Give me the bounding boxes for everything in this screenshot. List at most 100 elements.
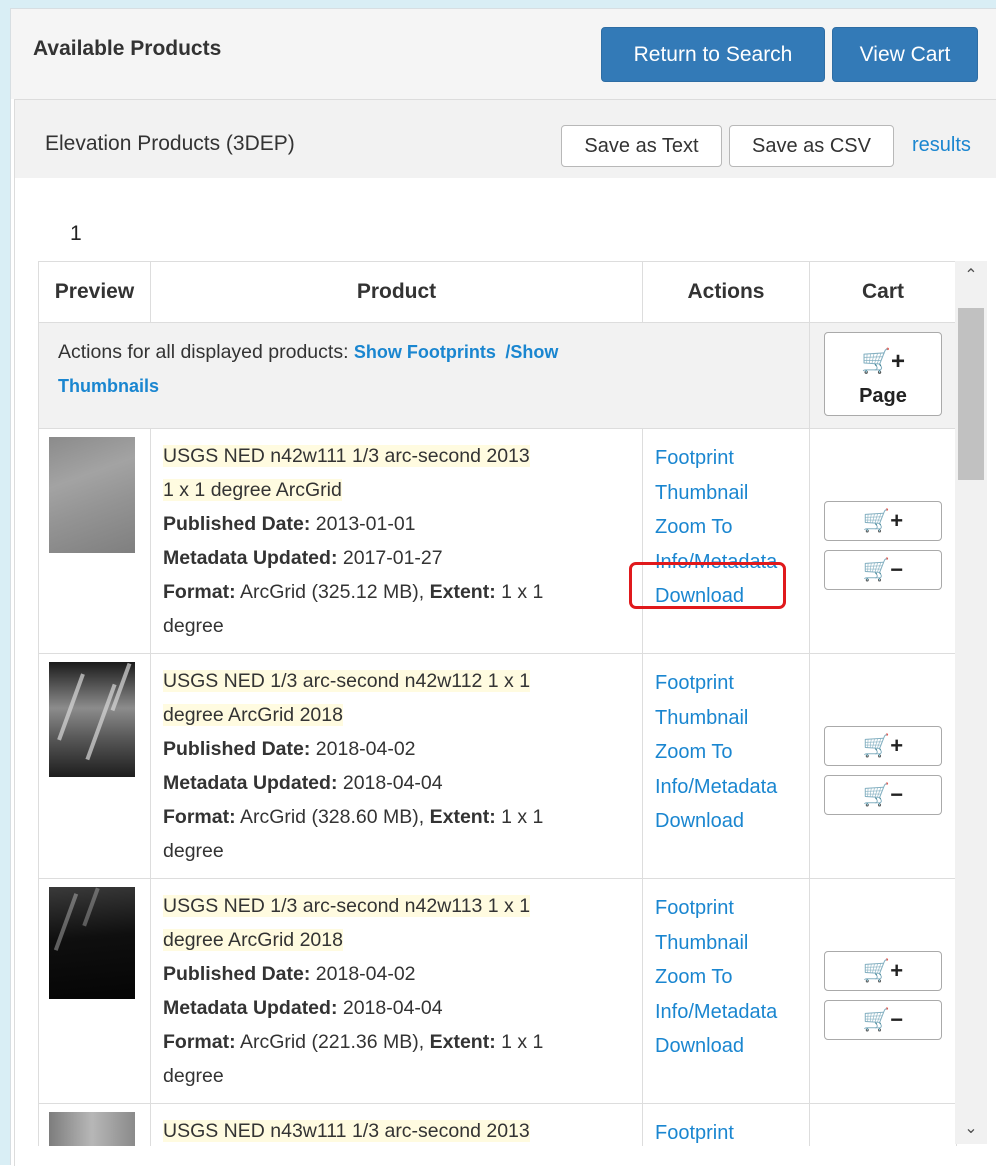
product-title: USGS NED n43w111 1/3 arc-second 2013 — [163, 1120, 530, 1142]
format-value: ArcGrid (221.36 MB), — [239, 1031, 425, 1053]
metadata-updated-label: Metadata Updated: — [163, 772, 338, 794]
published-label: Published Date: — [163, 738, 311, 760]
cart-icon: 🛒 — [862, 508, 891, 533]
product-title: USGS NED n42w111 1/3 arc-second 2013 — [163, 445, 530, 467]
cart-cell: 🛒+ 🛒− — [809, 428, 957, 654]
product-title-cont: 1 x 1 degree ArcGrid — [163, 479, 342, 501]
format-value: ArcGrid (325.12 MB), — [239, 581, 425, 603]
product-cell: USGS NED 1/3 arc-second n42w113 1 x 1 de… — [150, 878, 643, 1104]
show-footprints-link[interactable]: Show Footprints — [354, 342, 496, 362]
preview-thumbnail[interactable] — [49, 662, 135, 777]
bulk-cart-cell: 🛒+ Page — [809, 322, 957, 429]
extent-value-cont: degree — [163, 1065, 224, 1087]
actions-cell: Footprint Thumbnail Zoom To Info/Metadat… — [642, 878, 810, 1104]
bulk-actions-row: Actions for all displayed products: Show… — [38, 322, 957, 429]
bulk-actions-label: Actions for all displayed products: — [58, 341, 349, 363]
cart-icon: 🛒 — [862, 958, 891, 983]
zoom-to-link[interactable]: Zoom To — [655, 510, 809, 545]
info-metadata-link[interactable]: Info/Metadata — [655, 995, 809, 1030]
thumbnail-link[interactable]: Thumbnail — [655, 926, 809, 961]
preview-cell — [38, 428, 151, 654]
extent-value-cont: degree — [163, 615, 224, 637]
view-cart-button[interactable]: View Cart — [832, 27, 978, 82]
add-to-cart-button[interactable]: 🛒+ — [824, 726, 942, 766]
plus-icon: + — [890, 733, 904, 758]
plus-icon: + — [890, 347, 905, 375]
table-row: USGS NED 1/3 arc-second n42w113 1 x 1 de… — [38, 878, 957, 1104]
format-label: Format: — [163, 806, 236, 828]
published-label: Published Date: — [163, 513, 311, 535]
published-date: 2018-04-02 — [315, 963, 416, 985]
add-to-cart-button[interactable]: 🛒+ — [824, 951, 942, 991]
extent-value: 1 x 1 — [501, 581, 544, 603]
download-link[interactable]: Download — [655, 1029, 809, 1064]
download-link[interactable]: Download — [655, 804, 809, 839]
results-link[interactable]: results — [912, 134, 971, 157]
footprint-link[interactable]: Footprint — [655, 441, 809, 476]
product-cell: USGS NED 1/3 arc-second n42w112 1 x 1 de… — [150, 653, 643, 879]
info-metadata-link[interactable]: Info/Metadata — [655, 770, 809, 805]
product-cell: USGS NED n42w111 1/3 arc-second 2013 1 x… — [150, 428, 643, 654]
add-page-to-cart-button[interactable]: 🛒+ Page — [824, 332, 942, 416]
thumbnail-link[interactable]: Thumbnail — [655, 701, 809, 736]
preview-cell — [38, 878, 151, 1104]
table-row: USGS NED 1/3 arc-second n42w112 1 x 1 de… — [38, 653, 957, 879]
minus-icon: − — [890, 1007, 904, 1032]
page-number[interactable]: 1 — [70, 222, 82, 246]
chevron-up-icon[interactable]: ⌃ — [955, 261, 987, 291]
cart-icon: 🛒 — [862, 1007, 891, 1032]
footprint-link[interactable]: Footprint — [655, 666, 809, 701]
extent-label: Extent: — [429, 581, 496, 603]
product-title: USGS NED 1/3 arc-second n42w113 1 x 1 — [163, 895, 531, 917]
metadata-updated-date: 2017-01-27 — [342, 547, 443, 569]
thumbnail-link[interactable]: Thumbnail — [655, 476, 809, 511]
chevron-down-icon[interactable]: ⌄ — [955, 1114, 987, 1144]
column-header-product: Product — [150, 261, 643, 323]
return-to-search-button[interactable]: Return to Search — [601, 27, 825, 82]
column-header-cart: Cart — [809, 261, 957, 323]
section-title: Elevation Products (3DEP) — [45, 132, 295, 155]
product-title-cont: degree ArcGrid 2018 — [163, 704, 343, 726]
remove-from-cart-button[interactable]: 🛒− — [824, 775, 942, 815]
save-as-csv-button[interactable]: Save as CSV — [729, 125, 894, 167]
preview-thumbnail[interactable] — [49, 887, 135, 999]
add-to-cart-button[interactable]: 🛒+ — [824, 501, 942, 541]
cart-icon: 🛒 — [862, 733, 891, 758]
column-header-actions: Actions — [642, 261, 810, 323]
cart-icon: 🛒 — [862, 557, 891, 582]
plus-icon: + — [890, 958, 904, 983]
preview-cell — [38, 653, 151, 879]
extent-label: Extent: — [429, 1031, 496, 1053]
save-as-text-button[interactable]: Save as Text — [561, 125, 722, 167]
remove-from-cart-button[interactable]: 🛒− — [824, 550, 942, 590]
show-thumbnails-link[interactable]: Show — [510, 342, 558, 362]
column-header-preview: Preview — [38, 261, 151, 323]
footprint-link[interactable]: Footprint — [655, 891, 809, 926]
actions-cell: Footprint Thumbnail Zoom To Info/Metadat… — [642, 653, 810, 879]
show-thumbnails-link-cont[interactable]: Thumbnails — [58, 376, 159, 396]
format-label: Format: — [163, 581, 236, 603]
table-scrollbar[interactable]: ⌃ ⌄ — [955, 261, 987, 1144]
remove-from-cart-button[interactable]: 🛒− — [824, 1000, 942, 1040]
section-footer — [15, 1146, 996, 1167]
panel-header: Available Products Return to Search View… — [11, 9, 996, 99]
zoom-to-link[interactable]: Zoom To — [655, 735, 809, 770]
cart-icon: 🛒 — [861, 347, 891, 375]
available-products-panel: Available Products Return to Search View… — [10, 8, 996, 1167]
cart-cell: 🛒+ 🛒− — [809, 878, 957, 1104]
product-title: USGS NED 1/3 arc-second n42w112 1 x 1 — [163, 670, 531, 692]
page-button-label: Page — [859, 384, 907, 407]
preview-thumbnail[interactable] — [49, 437, 135, 553]
metadata-updated-date: 2018-04-04 — [342, 997, 443, 1019]
format-label: Format: — [163, 1031, 236, 1053]
minus-icon: − — [890, 557, 904, 582]
scrollbar-thumb[interactable] — [958, 308, 984, 480]
extent-label: Extent: — [429, 806, 496, 828]
published-date: 2018-04-02 — [315, 738, 416, 760]
zoom-to-link[interactable]: Zoom To — [655, 960, 809, 995]
minus-icon: − — [890, 782, 904, 807]
bulk-actions-cell: Actions for all displayed products: Show… — [38, 322, 810, 429]
extent-value: 1 x 1 — [501, 806, 544, 828]
plus-icon: + — [890, 508, 904, 533]
published-label: Published Date: — [163, 963, 311, 985]
